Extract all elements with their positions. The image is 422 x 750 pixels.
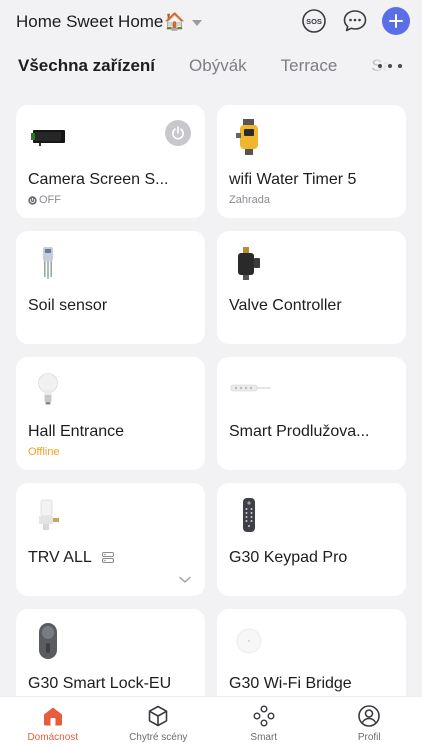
device-name: Hall Entrance [28,423,125,440]
header-actions: SOS [300,7,410,35]
nav-label: Domácnost [27,732,79,743]
home-icon [40,703,66,729]
device-status: OFF [28,194,61,206]
smart-lock-device-icon [28,621,68,661]
sos-button[interactable]: SOS [300,7,328,35]
more-dot-icon [388,64,392,68]
home-selector[interactable]: Home Sweet Home 🏠 [16,12,202,32]
house-emoji-icon: 🏠 [164,12,186,31]
device-card-water-timer[interactable]: wifi Water Timer 5 Zahrada [217,105,406,218]
wifi-bridge-device-icon [229,621,269,661]
device-name: wifi Water Timer 5 [229,171,357,188]
profile-icon [356,703,382,729]
device-name: G30 Keypad Pro [229,549,348,566]
device-name-row: TRV ALL [28,549,114,567]
device-room: Zahrada [229,194,270,206]
device-name: G30 Wi-Fi Bridge [229,675,352,692]
device-name: Smart Prodlužova... [229,423,370,440]
nav-label: Profil [357,732,381,743]
device-card-camera-screen[interactable]: Camera Screen S... OFF [16,105,205,218]
svg-text:SOS: SOS [306,17,322,26]
sos-icon: SOS [302,9,326,33]
trv-device-icon [28,495,68,535]
device-name: G30 Smart Lock-EU [28,675,172,692]
device-card-soil-sensor[interactable]: Soil sensor [16,231,205,344]
bottom-nav: Domácnost Chytré scény Smart Profil [0,696,422,750]
device-name: TRV ALL [28,549,92,566]
device-group-icon [101,552,114,564]
device-name: Camera Screen S... [28,171,169,188]
plus-icon [389,14,403,28]
nav-item-smart-scenes[interactable]: Chytré scény [106,697,212,750]
device-offline-status: Offline [28,446,60,458]
nav-item-home[interactable]: Domácnost [0,697,106,750]
room-tabs: Všechna zařízení Obývák Terrace Sa [0,48,422,84]
valve-controller-device-icon [229,243,269,283]
water-timer-device-icon [229,117,269,157]
nav-label: Chytré scény [129,732,188,743]
nav-label: Smart [250,732,278,743]
device-card-hall-entrance[interactable]: Hall Entrance Offline [16,357,205,470]
power-strip-device-icon [229,369,273,409]
nav-item-profile[interactable]: Profil [317,697,422,750]
power-icon [172,126,184,140]
soil-sensor-device-icon [28,243,68,283]
device-card-valve-controller[interactable]: Valve Controller [217,231,406,344]
device-name: Soil sensor [28,297,108,314]
more-dot-icon [398,64,402,68]
device-name: Valve Controller [229,297,342,314]
smart-icon [251,703,277,729]
keypad-device-icon [229,495,269,535]
chevron-down-icon [179,576,191,583]
add-device-button[interactable] [382,7,410,35]
expand-group-button[interactable] [179,571,191,589]
device-card-keypad[interactable]: G30 Keypad Pro [217,483,406,596]
messages-button[interactable] [341,7,369,35]
device-card-trv-all[interactable]: TRV ALL [16,483,205,596]
tab-terrace[interactable]: Terrace [281,56,338,76]
power-toggle-button[interactable] [165,120,191,146]
device-card-power-strip[interactable]: Smart Prodlužova... [217,357,406,470]
chat-bubble-icon [343,10,367,32]
caret-down-icon [191,20,202,26]
tab-obyvak[interactable]: Obývák [189,56,247,76]
bulb-device-icon [28,369,68,409]
camera-screen-device-icon [28,117,68,157]
home-title: Home Sweet Home [16,12,164,31]
tab-all-devices[interactable]: Všechna zařízení [18,56,155,76]
cube-icon [145,703,171,729]
app-header: Home Sweet Home 🏠 SOS [0,0,422,44]
nav-item-smart[interactable]: Smart [211,697,317,750]
more-tabs-button[interactable] [378,56,402,76]
more-dot-icon [378,64,382,68]
device-status-text: OFF [39,194,61,206]
power-small-icon [28,195,37,205]
